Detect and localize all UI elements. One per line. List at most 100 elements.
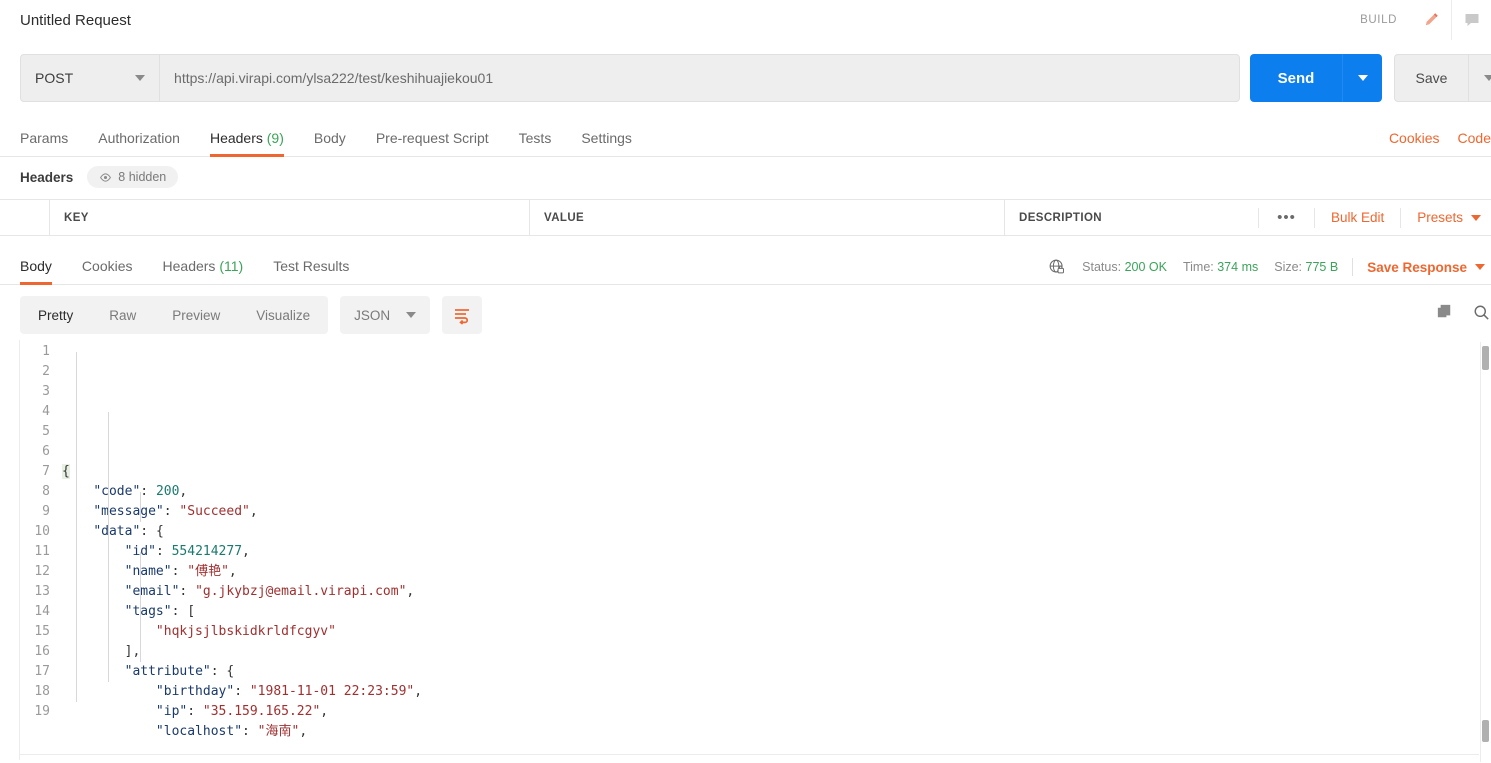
more-options-button[interactable]: •••: [1258, 207, 1314, 228]
tab-label: Headers: [209, 130, 263, 146]
code-line: "id": 554214277,: [125, 544, 250, 559]
size-value: 775 B: [1305, 260, 1339, 274]
request-tab-links: Cookies Code: [1371, 130, 1491, 156]
copy-icon: [1437, 304, 1451, 318]
tab-label: Params: [20, 130, 69, 146]
url-input[interactable]: https://api.virapi.com/ylsa222/test/kesh…: [159, 54, 1240, 102]
line-number: 19: [34, 704, 50, 719]
headers-subheader: Headers 8 hidden: [20, 161, 179, 193]
page-title: Untitled Request: [20, 11, 131, 29]
chevron-down-icon[interactable]: [1475, 264, 1485, 270]
save-options-button[interactable]: [1468, 54, 1491, 102]
line-number: 10: [34, 524, 50, 539]
code-line: "data": {: [93, 524, 164, 539]
tab-tests[interactable]: Tests: [519, 130, 552, 156]
column-header-key: KEY: [50, 199, 530, 236]
code-line: "name": "傅艳",: [124, 564, 237, 579]
select-all-checkbox-cell[interactable]: [0, 199, 50, 236]
divider: [1352, 258, 1354, 276]
presets-label: Presets: [1417, 210, 1463, 225]
save-response-button[interactable]: Save Response: [1367, 260, 1467, 275]
status-badge: Status: 200 OK: [1082, 260, 1167, 274]
eye-icon: [99, 171, 112, 184]
scrollbar-thumb-top[interactable]: [1482, 346, 1489, 370]
tab-settings[interactable]: Settings: [581, 130, 632, 156]
pencil-icon[interactable]: [1411, 0, 1451, 40]
search-icon: [1474, 305, 1489, 320]
code-line: {: [62, 464, 70, 479]
method-label: POST: [35, 70, 74, 86]
save-button[interactable]: Save: [1394, 54, 1468, 102]
tab-authorization[interactable]: Authorization: [98, 130, 180, 156]
method-select[interactable]: POST: [20, 54, 160, 102]
view-pretty[interactable]: Pretty: [20, 296, 91, 334]
line-number: 15: [34, 624, 50, 639]
send-options-button[interactable]: [1342, 54, 1382, 102]
code-link[interactable]: Code: [1458, 130, 1491, 146]
line-number: 8: [42, 484, 50, 499]
copy-button[interactable]: [1435, 303, 1454, 327]
hidden-headers-badge[interactable]: 8 hidden: [87, 166, 179, 188]
code-line: ],: [124, 644, 141, 659]
line-number: 2: [42, 364, 50, 379]
tab-label: Pre-request Script: [375, 130, 489, 146]
column-header-value: VALUE: [530, 199, 1005, 236]
headers-table-actions: ••• Bulk Edit Presets: [1258, 199, 1491, 236]
headers-table-header: KEY VALUE DESCRIPTION ••• Bulk Edit Pres…: [0, 199, 1491, 236]
tab-label: Cookies: [81, 258, 133, 274]
response-tab-headers[interactable]: Headers (11): [163, 258, 244, 284]
line-number: 3: [42, 384, 50, 399]
save-group: Save: [1394, 54, 1491, 102]
tab-headers[interactable]: Headers (9): [209, 130, 284, 157]
chevron-down-icon: [135, 75, 146, 81]
word-wrap-icon: [455, 309, 470, 325]
code-line: "code": 200,: [93, 484, 188, 499]
response-tab-bar: Body Cookies Headers (11) Test Results S…: [0, 246, 1491, 285]
request-tab-bar: Params Authorization Headers (9) Body Pr…: [0, 118, 1491, 157]
line-number: 5: [42, 424, 50, 439]
line-number-gutter: 1 2 3 4 5 6 7 8 9 10 11 12 13 14 15 16 17 18 19: [0, 342, 62, 742]
view-raw[interactable]: Raw: [91, 296, 154, 334]
globe-lock-icon: [1048, 258, 1066, 276]
view-preview[interactable]: Preview: [154, 296, 238, 334]
fold-guide: [140, 552, 141, 662]
size-label: Size:: [1274, 260, 1303, 274]
response-tab-test-results[interactable]: Test Results: [273, 258, 349, 284]
response-body-tools-right: [1435, 303, 1491, 327]
code-content[interactable]: { "code": 200, "message": "Succeed", "da…: [62, 342, 1491, 742]
status-value: 200 OK: [1124, 260, 1167, 274]
chevron-down-icon: [1484, 75, 1491, 81]
size-badge: Size: 775 B: [1274, 260, 1338, 274]
postman-request-window: Untitled Request BUILD POST https://api.…: [0, 0, 1491, 763]
chevron-down-icon: [1357, 75, 1368, 81]
headers-title: Headers: [20, 169, 74, 185]
tab-count: (11): [219, 258, 244, 274]
code-line: "localhost": "海南",: [155, 724, 308, 739]
format-select[interactable]: JSON: [340, 296, 431, 334]
presets-button[interactable]: Presets: [1400, 207, 1491, 228]
line-number: 16: [34, 644, 50, 659]
time-label: Time:: [1182, 260, 1214, 274]
word-wrap-button[interactable]: [442, 296, 483, 334]
tab-pre-request-script[interactable]: Pre-request Script: [376, 130, 489, 156]
tab-label: Test Results: [273, 258, 350, 274]
response-body-code[interactable]: 1 2 3 4 5 6 7 8 9 10 11 12 13 14 15 16 17 18 19 { "code": …: [0, 342, 1491, 742]
time-badge: Time: 374 ms: [1183, 260, 1258, 274]
response-tab-cookies[interactable]: Cookies: [82, 258, 133, 284]
view-visualize[interactable]: Visualize: [238, 296, 328, 334]
scrollbar-thumb-bottom[interactable]: [1482, 720, 1489, 742]
search-button[interactable]: [1472, 303, 1491, 327]
view-mode-group: Pretty Raw Preview Visualize: [20, 296, 329, 334]
tab-label: Settings: [581, 130, 632, 146]
vertical-scrollbar[interactable]: [1480, 342, 1489, 762]
tab-body[interactable]: Body: [314, 130, 346, 156]
code-line: "hqkjsjlbskidkrldfcgyv": [155, 624, 336, 639]
send-button[interactable]: Send: [1250, 54, 1342, 102]
time-value: 374 ms: [1217, 260, 1259, 274]
tab-params[interactable]: Params: [20, 130, 68, 156]
bulk-edit-button[interactable]: Bulk Edit: [1313, 207, 1400, 228]
response-tab-body[interactable]: Body: [20, 258, 52, 285]
comment-icon[interactable]: [1451, 0, 1491, 40]
line-number: 1: [42, 344, 50, 359]
cookies-link[interactable]: Cookies: [1389, 130, 1440, 146]
